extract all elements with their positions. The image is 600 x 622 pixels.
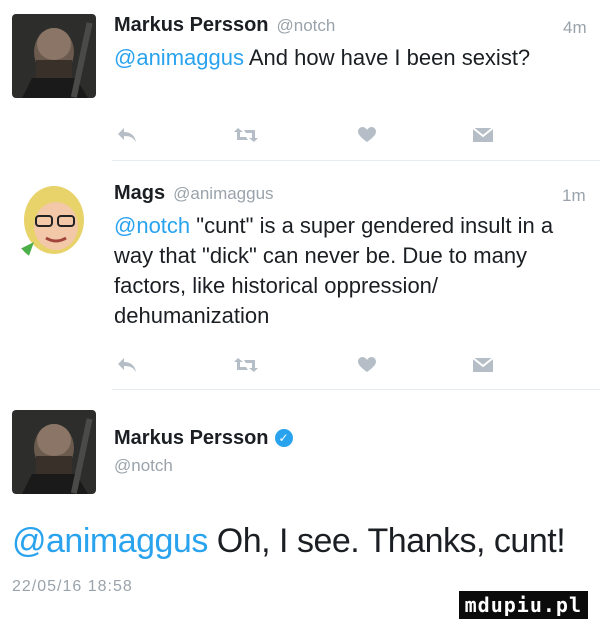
tweet-1-body: And how have I been sexist? [243,45,531,70]
tweet-2-text: @notch "cunt" is a super gendered insult… [114,211,594,331]
detail-name[interactable]: Markus Persson [114,427,269,449]
detail-author[interactable]: Markus Persson ✓ [114,427,293,450]
detail-timestamp: 22/05/16 18:58 [12,578,133,595]
tweet-1-text: @animaggus And how have I been sexist? [114,43,594,73]
dm-icon[interactable] [470,124,496,146]
dm-icon[interactable] [470,354,496,376]
reply-icon[interactable] [114,354,140,376]
tweet-1-handle[interactable]: @notch [277,16,336,35]
verified-badge-icon: ✓ [274,429,293,447]
divider-1 [112,160,600,161]
like-icon[interactable] [354,124,380,146]
like-icon[interactable] [354,354,380,376]
tweet-2-handle[interactable]: @animaggus [173,184,273,203]
reply-icon[interactable] [114,124,140,146]
tweet-2-mention[interactable]: @notch [114,213,190,238]
detail-handle[interactable]: @notch [114,456,173,476]
tweet-1-actions [114,124,514,148]
detail-text: @animaggus Oh, I see. Thanks, cunt! [12,522,566,561]
tweet-1-time: 4m [563,18,587,37]
retweet-icon[interactable] [233,354,259,376]
watermark-logo: mdupiu.pl [458,591,588,619]
detail-body: Oh, I see. Thanks, cunt! [207,522,566,560]
divider-2 [112,389,600,390]
tweet-1-mention[interactable]: @animaggus [114,45,244,70]
tweet-2-author[interactable]: Mags @animaggus [114,182,274,205]
detail-mention[interactable]: @animaggus [12,522,208,560]
tweet-2-name[interactable]: Mags [114,182,165,204]
avatar-mags[interactable] [12,180,96,264]
tweet-1-name[interactable]: Markus Persson [114,14,269,36]
tweet-2-time: 1m [562,186,586,205]
tweet-1-author[interactable]: Markus Persson @notch [114,14,335,37]
avatar-markus-detail[interactable] [12,410,96,494]
tweet-2-actions [114,354,514,378]
avatar-markus[interactable] [12,14,96,98]
retweet-icon[interactable] [233,124,259,146]
